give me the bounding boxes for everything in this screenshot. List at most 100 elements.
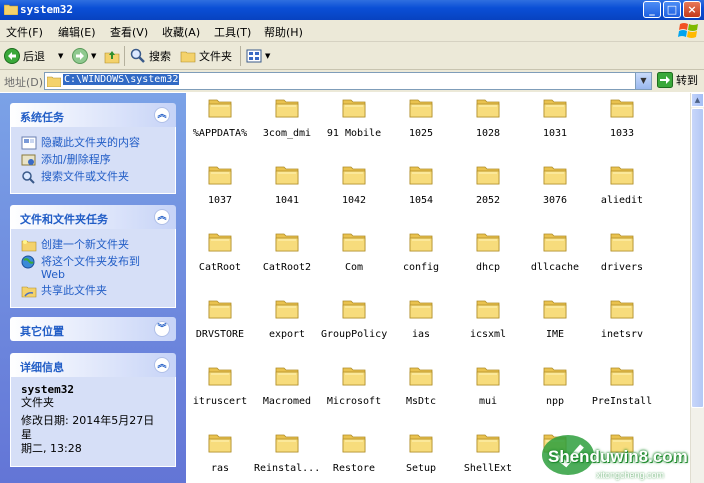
scroll-thumb[interactable] — [691, 108, 704, 408]
new-folder-icon — [21, 240, 37, 252]
up-folder-button[interactable] — [104, 47, 120, 65]
vertical-scrollbar[interactable]: ▲ — [690, 93, 704, 483]
publish-to-web-link[interactable]: 将这个文件夹发布到 Web — [21, 255, 165, 281]
views-button[interactable]: ▼ — [246, 47, 270, 65]
folder-item[interactable]: drivers — [589, 230, 655, 292]
folder-item[interactable]: Macromed — [254, 364, 320, 426]
folder-item[interactable]: MsDtc — [388, 364, 454, 426]
folder-icon — [476, 166, 500, 185]
add-remove-programs-link[interactable]: 添加/删除程序 — [21, 153, 165, 167]
forward-button[interactable]: ▼ — [72, 47, 96, 65]
folder-item[interactable]: dhcp — [455, 230, 521, 292]
menu-tools[interactable]: 工具(T) — [214, 24, 251, 40]
create-new-folder-link[interactable]: 创建一个新文件夹 — [21, 238, 165, 252]
chevron-down-icon[interactable]: ▼ — [58, 52, 63, 60]
folder-item[interactable]: DRVSTORE — [187, 297, 253, 359]
menu-favorites[interactable]: 收藏(A) — [162, 24, 200, 40]
folder-icon — [543, 166, 567, 185]
folder-item[interactable]: 1042 — [321, 163, 387, 225]
folder-item[interactable]: IME — [522, 297, 588, 359]
folder-name: dllcache — [530, 262, 580, 273]
chevron-down-icon[interactable]: ▼ — [91, 52, 96, 60]
address-dropdown-button[interactable]: ▼ — [635, 73, 651, 89]
folder-item[interactable]: 1025 — [388, 96, 454, 158]
folder-item[interactable]: %APPDATA% — [187, 96, 253, 158]
window-title: system32 — [20, 3, 73, 16]
folder-item[interactable]: CatRoot — [187, 230, 253, 292]
folder-item[interactable]: 3076 — [522, 163, 588, 225]
system-tasks-header[interactable]: 系统任务 ︽ — [10, 103, 176, 127]
search-icon — [22, 171, 35, 184]
folder-item[interactable]: 1041 — [254, 163, 320, 225]
folder-item[interactable]: 1054 — [388, 163, 454, 225]
folder-icon — [409, 233, 433, 252]
folder-icon — [275, 99, 299, 118]
folder-name: ras — [210, 463, 230, 474]
menu-edit[interactable]: 编辑(E) — [58, 24, 96, 40]
folder-icon — [275, 166, 299, 185]
folder-icon — [47, 76, 61, 87]
menu-help[interactable]: 帮助(H) — [264, 24, 303, 40]
folder-icon — [4, 4, 18, 15]
folder-item[interactable]: aliedit — [589, 163, 655, 225]
folder-item[interactable]: icsxml — [455, 297, 521, 359]
folder-item[interactable]: 3com_dmi — [254, 96, 320, 158]
go-arrow-icon — [657, 72, 673, 88]
folders-icon — [180, 51, 196, 63]
folder-item[interactable]: PreInstall — [589, 364, 655, 426]
close-button[interactable]: × — [683, 1, 701, 18]
folder-item[interactable]: Reinstal... — [254, 431, 320, 483]
folder-item[interactable]: 2052 — [455, 163, 521, 225]
folder-item[interactable]: ras — [187, 431, 253, 483]
expand-chevron-icon[interactable]: ︾ — [154, 321, 170, 337]
search-files-link[interactable]: 搜索文件或文件夹 — [21, 170, 165, 184]
folder-item[interactable]: 1028 — [455, 96, 521, 158]
details-header[interactable]: 详细信息 ︽ — [10, 353, 176, 377]
search-button[interactable]: 搜索 — [130, 47, 171, 65]
folder-item[interactable]: 1031 — [522, 96, 588, 158]
folder-item[interactable]: inetsrv — [589, 297, 655, 359]
details-panel: 详细信息 ︽ system32 文件夹 修改日期: 2014年5月27日星 期二… — [10, 353, 176, 467]
folder-item[interactable]: 91 Mobile — [321, 96, 387, 158]
folder-item[interactable]: npp — [522, 364, 588, 426]
folder-icon — [610, 233, 634, 252]
folder-item[interactable]: 1037 — [187, 163, 253, 225]
hide-folder-contents-link[interactable]: 隐藏此文件夹的内容 — [21, 136, 165, 150]
menu-view[interactable]: 查看(V) — [110, 24, 148, 40]
address-input[interactable]: C:\WINDOWS\system32 ▼ — [44, 72, 652, 90]
menu-file[interactable]: 文件(F) — [6, 24, 43, 40]
folder-item[interactable]: GroupPolicy — [321, 297, 387, 359]
maximize-button[interactable]: □ — [663, 1, 681, 18]
folder-item[interactable]: mui — [455, 364, 521, 426]
folder-item[interactable]: 1033 — [589, 96, 655, 158]
folder-item[interactable]: Restore — [321, 431, 387, 483]
folder-item[interactable]: itruscert — [187, 364, 253, 426]
collapse-chevron-icon[interactable]: ︽ — [154, 107, 170, 123]
minimize-button[interactable]: _ — [643, 1, 661, 18]
chevron-down-icon[interactable]: ▼ — [265, 52, 270, 60]
folder-name: PreInstall — [591, 396, 653, 407]
folder-item[interactable]: config — [388, 230, 454, 292]
folder-item[interactable]: Microsoft — [321, 364, 387, 426]
folder-icon — [208, 434, 232, 453]
folder-item[interactable]: Setup — [388, 431, 454, 483]
folders-button[interactable]: 文件夹 — [180, 47, 232, 65]
file-tasks-header[interactable]: 文件和文件夹任务 ︽ — [10, 205, 176, 229]
folder-item[interactable]: ias — [388, 297, 454, 359]
folder-item[interactable]: export — [254, 297, 320, 359]
folder-item[interactable]: CatRoot2 — [254, 230, 320, 292]
collapse-chevron-icon[interactable]: ︽ — [154, 209, 170, 225]
other-places-header[interactable]: 其它位置 ︾ — [10, 317, 176, 341]
collapse-chevron-icon[interactable]: ︽ — [154, 357, 170, 373]
folder-item[interactable]: ShellExt — [455, 431, 521, 483]
system-tasks-panel: 系统任务 ︽ 隐藏此文件夹的内容 添加/删除程序 搜索文件或文件夹 — [10, 103, 176, 194]
share-folder-link[interactable]: 共享此文件夹 — [21, 284, 165, 298]
back-button[interactable]: 后退 ▼ — [4, 47, 63, 65]
search-icon — [130, 48, 145, 63]
scroll-up-button[interactable]: ▲ — [691, 93, 704, 107]
folder-name: Restore — [332, 463, 376, 474]
folder-name: DRVSTORE — [195, 329, 245, 340]
go-button[interactable]: 转到 — [657, 72, 698, 88]
folder-item[interactable]: dllcache — [522, 230, 588, 292]
folder-item[interactable]: Com — [321, 230, 387, 292]
